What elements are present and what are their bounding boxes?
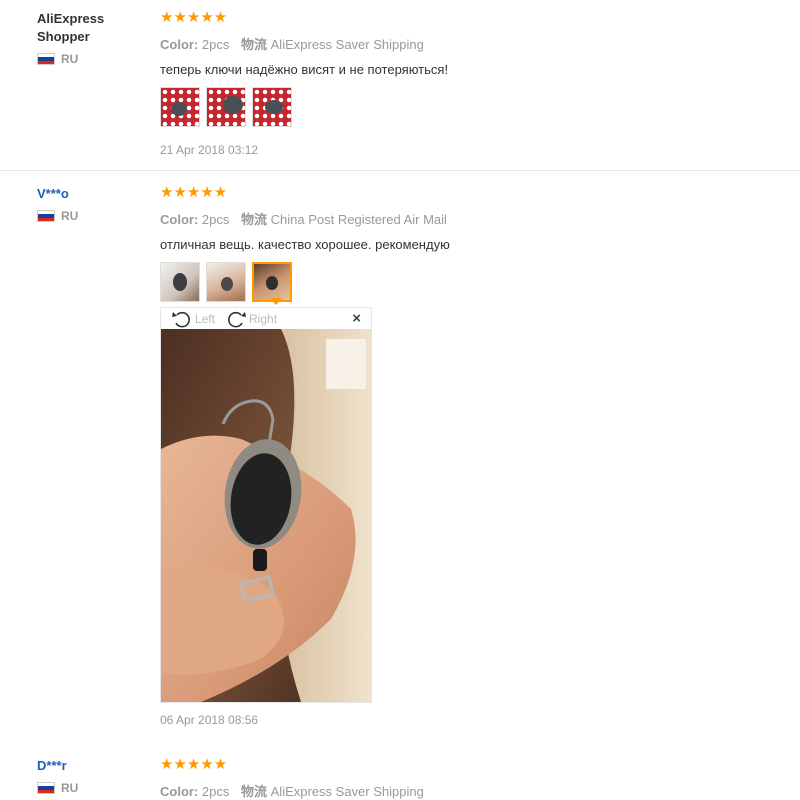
rotate-left-icon bbox=[172, 311, 190, 327]
color-label: Color: bbox=[160, 37, 199, 52]
shipping-method: AliExpress Saver Shipping bbox=[270, 37, 424, 52]
review-photo-thumb[interactable] bbox=[252, 87, 292, 127]
shipping-label: 物流 bbox=[241, 784, 268, 799]
selected-photo-caret-icon bbox=[270, 298, 282, 305]
reviewer-country: RU bbox=[37, 52, 147, 66]
review-photo-thumb[interactable] bbox=[206, 87, 246, 127]
review-date: 21 Apr 2018 03:12 bbox=[160, 143, 259, 157]
reviewer-country: RU bbox=[37, 781, 147, 795]
order-meta: Color: 2pcs 物流 China Post Registered Air… bbox=[160, 209, 800, 228]
review-content: ★★★★★ Color: 2pcs 物流 AliExpress Saver Sh… bbox=[160, 757, 800, 800]
star-rating: ★★★★★ bbox=[160, 756, 228, 773]
reviewer-name: AliExpress Shopper bbox=[37, 11, 105, 44]
review-photo-thumb[interactable] bbox=[160, 262, 200, 302]
reviewer-info: AliExpress Shopper RU bbox=[37, 10, 147, 66]
review-1: AliExpress Shopper RU ★★★★★ Color: 2pcs … bbox=[0, 0, 800, 170]
viewer-toolbar: Left Right × bbox=[161, 308, 371, 329]
review-content: ★★★★★ Color: 2pcs 物流 China Post Register… bbox=[160, 184, 800, 727]
review-photos bbox=[160, 87, 800, 127]
review-text: теперь ключи надёжно висят и не потеряют… bbox=[160, 62, 449, 77]
reviewer-name[interactable]: D***r bbox=[37, 757, 147, 775]
review-photo-thumb-selected[interactable] bbox=[252, 262, 292, 302]
reviewer-info: V***o RU bbox=[37, 185, 147, 223]
review-photo-thumb[interactable] bbox=[160, 87, 200, 127]
shipping-method: China Post Registered Air Mail bbox=[270, 212, 447, 227]
russia-flag-icon bbox=[37, 210, 55, 222]
rotate-left-button[interactable]: Left bbox=[171, 310, 215, 328]
country-code: RU bbox=[61, 781, 79, 795]
country-code: RU bbox=[61, 52, 79, 66]
country-code: RU bbox=[61, 209, 79, 223]
review-photo-large bbox=[161, 329, 372, 702]
rotate-right-icon bbox=[228, 311, 247, 327]
order-meta: Color: 2pcs 物流 AliExpress Saver Shipping bbox=[160, 781, 800, 800]
review-photo-thumb[interactable] bbox=[206, 262, 246, 302]
shipping-method: AliExpress Saver Shipping bbox=[270, 784, 424, 799]
russia-flag-icon bbox=[37, 53, 55, 65]
review-date: 06 Apr 2018 08:56 bbox=[160, 713, 259, 727]
rotate-left-label: Left bbox=[195, 311, 216, 326]
reviewer-info: D***r RU bbox=[37, 757, 147, 795]
star-rating: ★★★★★ bbox=[160, 9, 228, 26]
keychain-photo bbox=[161, 329, 372, 702]
close-icon[interactable]: × bbox=[352, 310, 361, 327]
color-label: Color: bbox=[160, 212, 199, 227]
review-3: D***r RU ★★★★★ Color: 2pcs 物流 AliExpress… bbox=[0, 743, 800, 800]
shipping-label: 物流 bbox=[241, 37, 268, 52]
reviewer-name[interactable]: V***o bbox=[37, 185, 147, 203]
photo-viewer: Left Right × bbox=[160, 307, 372, 703]
russia-flag-icon bbox=[37, 782, 55, 794]
color-value: 2pcs bbox=[201, 784, 230, 799]
shipping-label: 物流 bbox=[241, 212, 268, 227]
rotate-right-button[interactable]: Right bbox=[225, 310, 277, 328]
color-value: 2pcs bbox=[201, 212, 230, 227]
review-photos bbox=[160, 262, 800, 302]
rotate-right-label: Right bbox=[249, 311, 278, 326]
review-content: ★★★★★ Color: 2pcs 物流 AliExpress Saver Sh… bbox=[160, 10, 800, 157]
color-label: Color: bbox=[160, 784, 199, 799]
star-rating: ★★★★★ bbox=[160, 184, 228, 201]
review-2: V***o RU ★★★★★ Color: 2pcs 物流 China Post… bbox=[0, 170, 800, 743]
review-text: отличная вещь. качество хорошее. рекомен… bbox=[160, 237, 450, 252]
color-value: 2pcs bbox=[201, 37, 230, 52]
reviewer-country: RU bbox=[37, 209, 147, 223]
order-meta: Color: 2pcs 物流 AliExpress Saver Shipping bbox=[160, 34, 800, 53]
